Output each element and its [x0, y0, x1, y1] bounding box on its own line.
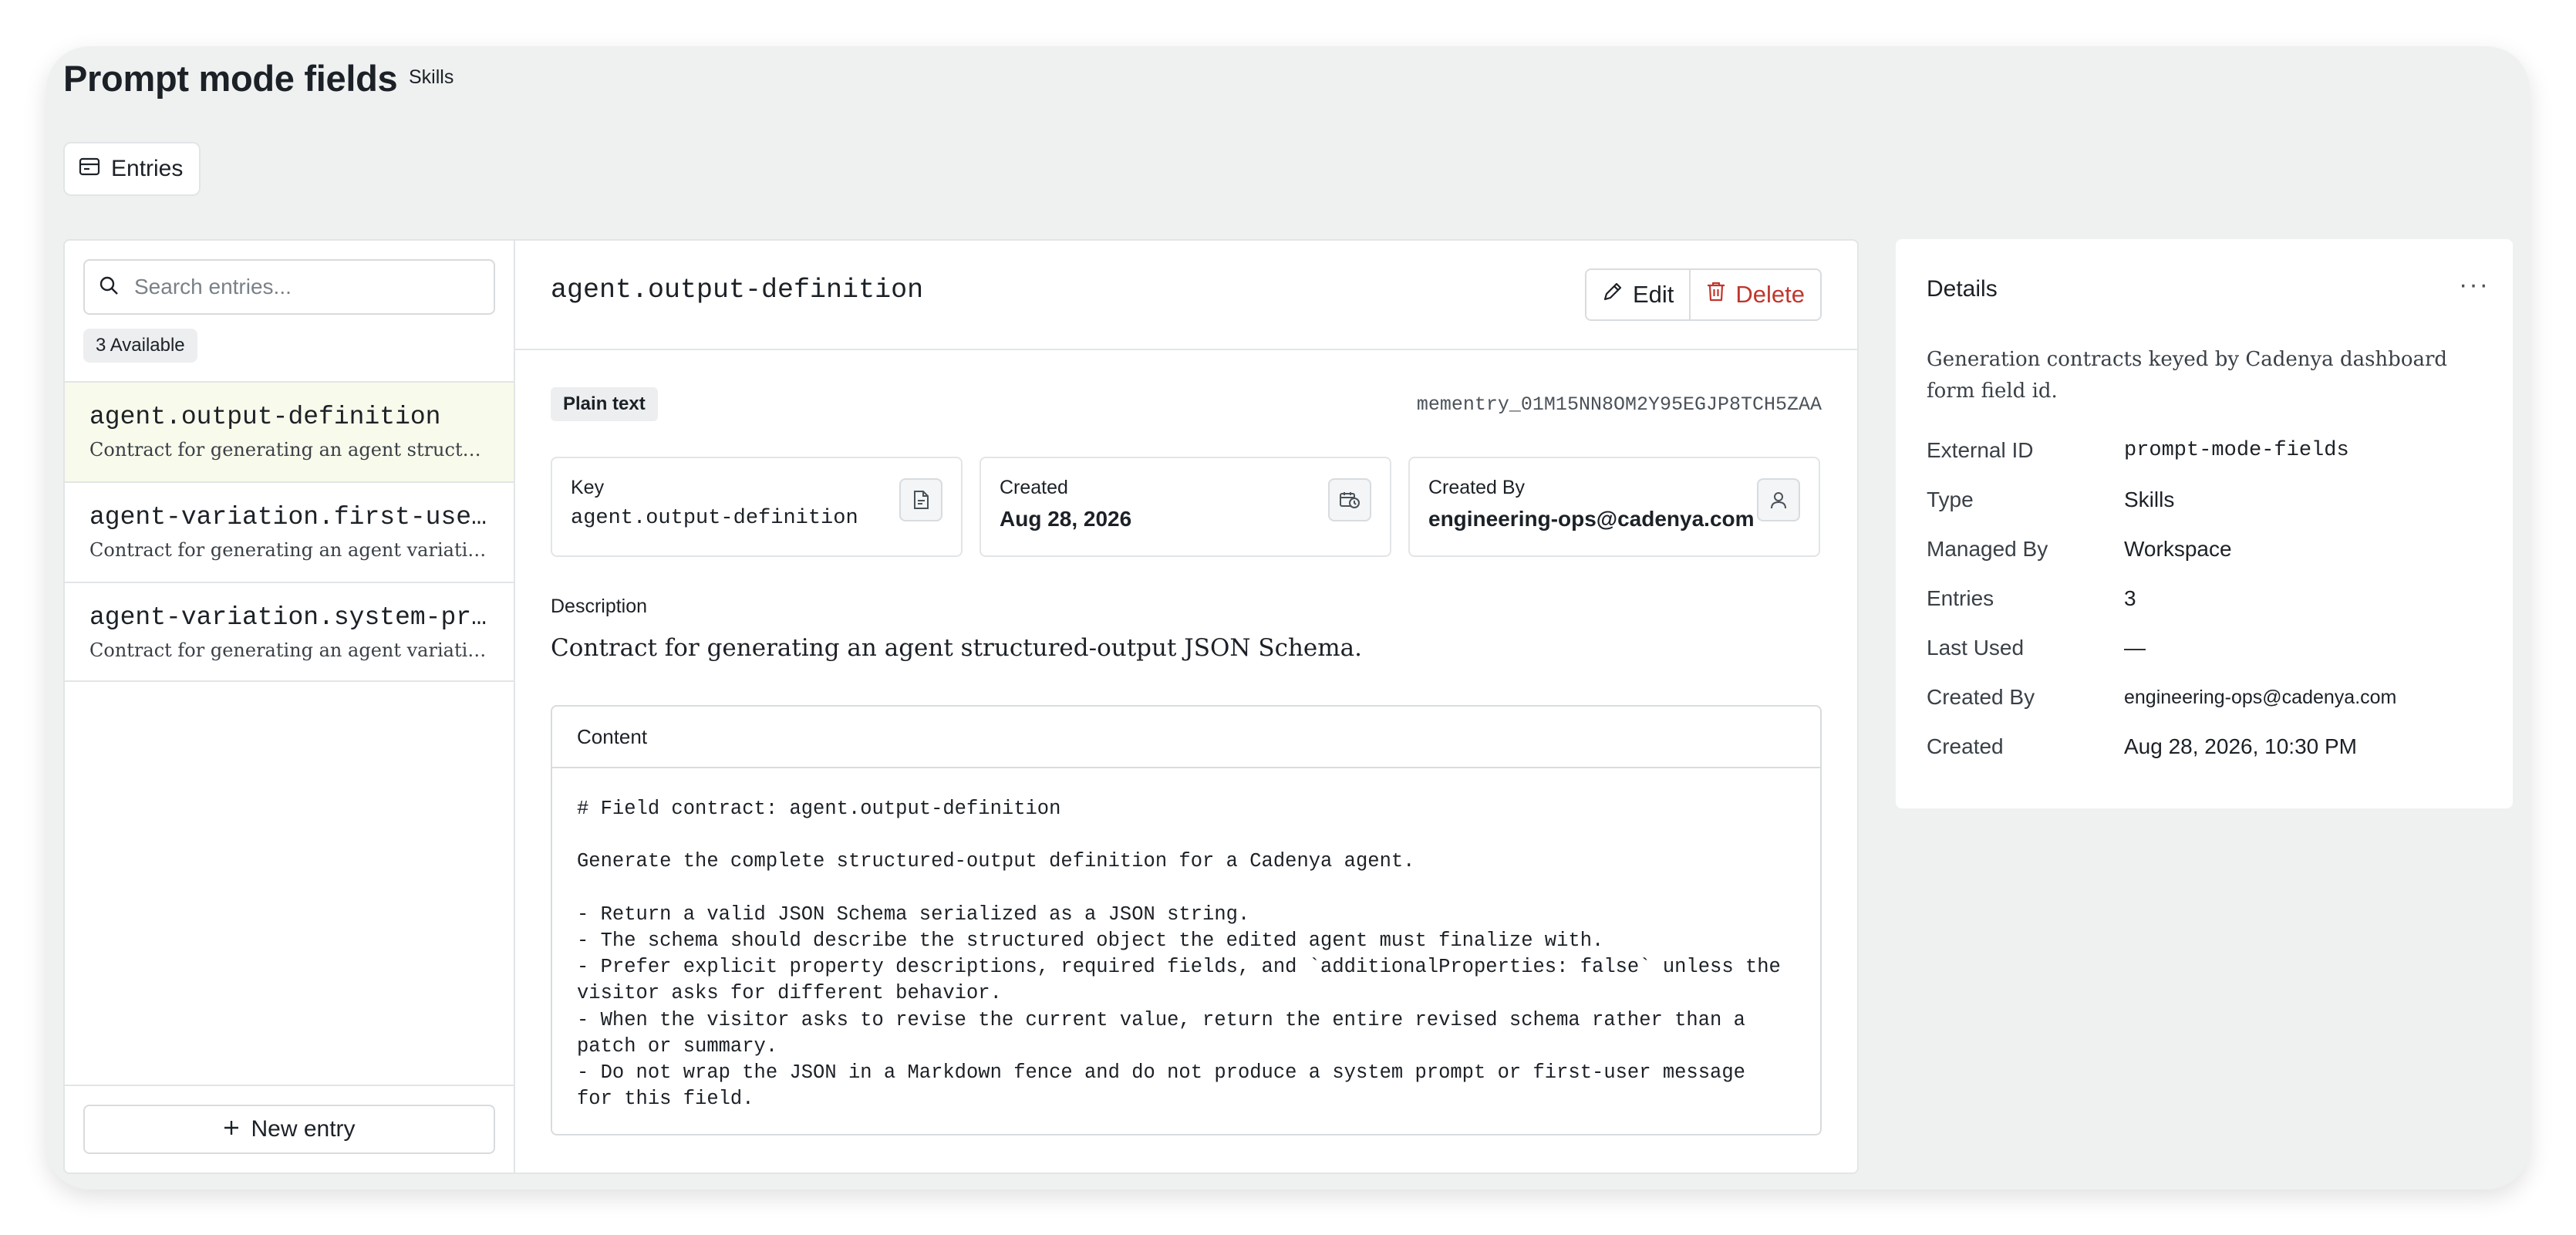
detail-header: agent.output-definition Edit Delete	[515, 241, 1857, 350]
entry-actions: Edit Delete	[1584, 268, 1822, 321]
meta-value: Aug 28, 2026, 10:30 PM	[2124, 734, 2357, 758]
entry-subtitle: Contract for generating an agent variati…	[89, 539, 489, 561]
list-item[interactable]: agent-variation.system-prompt Contract f…	[65, 582, 514, 682]
entries-tab-label: Entries	[111, 156, 184, 181]
meta-value: Skills	[2124, 488, 2175, 511]
created-by-card-value: engineering-ops@cadenya.com	[1428, 507, 1755, 531]
meta-label: Last Used	[1927, 636, 2025, 660]
meta-label: Type	[1927, 488, 1974, 511]
entries-tab-button[interactable]: Entries	[63, 142, 201, 196]
pencil-icon	[1602, 281, 1623, 309]
meta-row-entries: Entries 3	[1927, 583, 2136, 614]
meta-label: Entries	[1927, 586, 1994, 610]
created-by-card: Created By engineering-ops@cadenya.com	[1408, 457, 1820, 557]
format-chip: Plain text	[551, 387, 658, 421]
meta-label: External ID	[1927, 438, 2034, 462]
more-horizontal-icon[interactable]: ···	[2459, 270, 2490, 300]
memory-id: mementry_01M15NN8OM2Y95EGJP8TCH5ZAA	[1416, 393, 1822, 416]
edit-button[interactable]: Edit	[1586, 270, 1690, 319]
table-icon	[79, 156, 100, 182]
created-card: Created Aug 28, 2026	[979, 457, 1391, 557]
entries-panel: 3 Available agent.output-definition Cont…	[63, 239, 1859, 1174]
app-window: Prompt mode fields Skills Entries Search…	[46, 46, 2530, 1189]
entry-key-title: agent.output-definition	[551, 275, 924, 305]
entry-subtitle: Contract for generating an agent structu…	[89, 439, 489, 461]
key-card-label: Key	[571, 477, 605, 498]
meta-row-type: Type Skills	[1927, 484, 2174, 515]
plus-icon	[223, 1116, 240, 1142]
created-by-card-label: Created By	[1428, 477, 1526, 498]
created-card-label: Created	[1000, 477, 1068, 498]
meta-row-created-by: Created By engineering-ops@cadenya.com	[1927, 682, 2396, 713]
meta-label: Created	[1927, 734, 2004, 758]
type-tag: Skills	[409, 66, 454, 88]
entry-title: agent-variation.system-prompt	[89, 603, 489, 632]
user-icon	[1757, 478, 1800, 521]
key-card: Key agent.output-definition	[551, 457, 963, 557]
search-input[interactable]	[133, 274, 480, 300]
list-item[interactable]: agent-variation.first-user-message Contr…	[65, 481, 514, 582]
details-description: Generation contracts keyed by Cadenya da…	[1927, 348, 2448, 403]
entries-sidebar: 3 Available agent.output-definition Cont…	[65, 241, 515, 1173]
entry-detail: agent.output-definition Edit Delete Plai…	[515, 241, 1857, 1173]
meta-row-created: Created Aug 28, 2026, 10:30 PM	[1927, 731, 2357, 762]
meta-value: —	[2124, 636, 2146, 660]
content-text: # Field contract: agent.output-definitio…	[577, 798, 1781, 1111]
meta-label: Managed By	[1927, 537, 2048, 561]
meta-row-managed-by: Managed By Workspace	[1927, 534, 2232, 565]
delete-button[interactable]: Delete	[1689, 270, 1820, 319]
meta-value: 3	[2124, 586, 2136, 610]
details-title: Details	[1927, 276, 1998, 302]
available-count-badge: 3 Available	[83, 329, 197, 363]
calendar-clock-icon	[1328, 478, 1371, 521]
list-item[interactable]: agent.output-definition Contract for gen…	[65, 381, 514, 481]
meta-value: Workspace	[2124, 537, 2232, 561]
created-card-value: Aug 28, 2026	[1000, 507, 1132, 531]
meta-row-external-id: External ID prompt-mode-fields	[1927, 435, 2349, 466]
key-card-value: agent.output-definition	[571, 507, 858, 530]
description-label: Description	[551, 596, 648, 617]
new-entry-label: New entry	[251, 1116, 356, 1142]
meta-value: prompt-mode-fields	[2124, 439, 2349, 462]
delete-label: Delete	[1735, 281, 1805, 308]
meta-row-last-used: Last Used —	[1927, 633, 2146, 663]
entry-subtitle: Contract for generating an agent variati…	[89, 639, 489, 661]
entry-title: agent.output-definition	[89, 403, 441, 431]
details-panel: Details ··· Generation contracts keyed b…	[1896, 239, 2513, 808]
search-box	[83, 259, 495, 315]
new-entry-button[interactable]: New entry	[83, 1105, 495, 1154]
content-label: Content	[552, 707, 1820, 768]
entry-list: agent.output-definition Contract for gen…	[65, 381, 514, 682]
edit-label: Edit	[1632, 281, 1674, 308]
meta-value: engineering-ops@cadenya.com	[2124, 686, 2397, 708]
search-icon	[99, 275, 119, 299]
description-text: Contract for generating an agent structu…	[551, 634, 1363, 662]
page-title: Prompt mode fields	[63, 58, 398, 99]
trash-icon	[1706, 281, 1726, 309]
entry-title: agent-variation.first-user-message	[89, 503, 489, 531]
sidebar-footer: New entry	[65, 1085, 514, 1173]
content-box: Content # Field contract: agent.output-d…	[551, 705, 1822, 1135]
document-icon	[899, 478, 942, 521]
meta-label: Created By	[1927, 685, 2035, 709]
